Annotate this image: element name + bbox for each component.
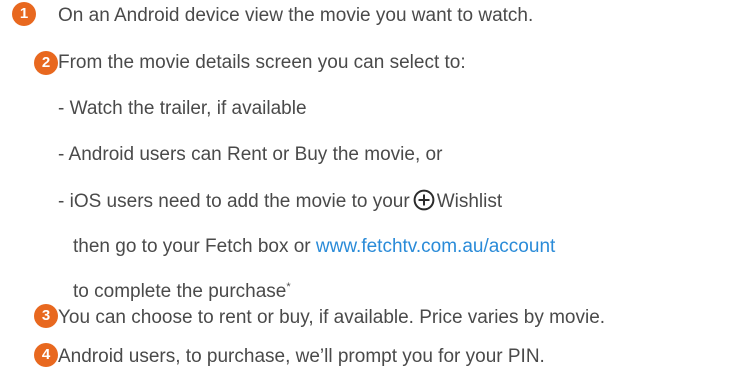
step-3-text: You can choose to rent or buy, if availa… xyxy=(58,307,606,328)
step-2-badge: 2 xyxy=(34,51,58,75)
option-trailer: - Watch the trailer, if available xyxy=(58,98,307,119)
step-3-badge: 3 xyxy=(34,304,58,328)
footnote-mark: * xyxy=(286,281,291,293)
option-ios-text: - iOS users need to add the movie to you… xyxy=(58,191,410,212)
option-ios: - iOS users need to add the movie to you… xyxy=(58,189,502,218)
step-1-badge: 1 xyxy=(12,2,36,26)
wishlist-label: Wishlist xyxy=(436,191,503,212)
option-ios-line-3: to complete the purchase* xyxy=(73,280,291,304)
ios-line-3-text: to complete the purchase xyxy=(73,281,287,302)
ios-line-2-text: then go to your Fetch box or xyxy=(73,236,311,257)
step-1-text: On an Android device view the movie you … xyxy=(58,5,534,26)
option-ios-line-2: then go to your Fetch box or www.fetchtv… xyxy=(73,235,555,259)
step-4-text: Android users, to purchase, we’ll prompt… xyxy=(58,346,545,367)
step-4-badge: 4 xyxy=(34,343,58,367)
option-android: - Android users can Rent or Buy the movi… xyxy=(58,144,443,165)
plus-circle-icon xyxy=(413,189,435,218)
account-link[interactable]: www.fetchtv.com.au/account xyxy=(316,236,555,257)
step-2-text: From the movie details screen you can se… xyxy=(58,52,466,73)
